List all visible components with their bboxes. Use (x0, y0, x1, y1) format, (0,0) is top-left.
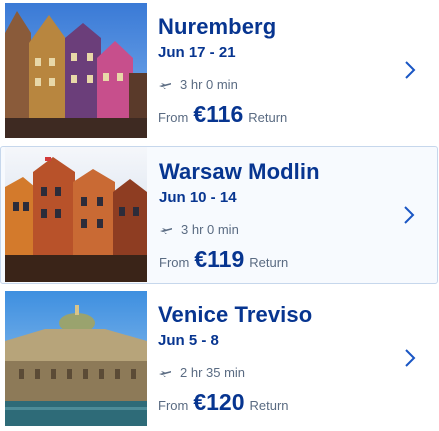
price-from-label: From (158, 110, 189, 125)
chevron-right-icon[interactable] (404, 348, 416, 368)
travel-dates: Jun 10 - 14 (159, 189, 237, 206)
flight-duration: 3 hr 0 min (158, 77, 238, 92)
duration-text: 3 hr 0 min (181, 222, 239, 237)
trip-type-label: Return (249, 398, 289, 413)
destination-list: Nuremberg Jun 17 - 21 3 hr 0 min From €1… (0, 0, 439, 431)
price-row: From €116 Return (158, 101, 287, 128)
chevron-right-icon[interactable] (403, 205, 415, 225)
flight-duration: 3 hr 0 min (159, 222, 239, 237)
price-from-label: From (158, 398, 189, 413)
plane-icon (160, 227, 172, 234)
destination-card[interactable]: Warsaw Modlin Jun 10 - 14 3 hr 0 min Fro… (0, 146, 438, 284)
trip-type-label: Return (249, 255, 289, 270)
plane-icon (159, 370, 171, 377)
duration-text: 3 hr 0 min (180, 77, 238, 92)
duration-text: 2 hr 35 min (180, 365, 246, 380)
chevron-right-icon[interactable] (404, 60, 416, 80)
price-from-label: From (159, 255, 190, 270)
price-amount: €119 (194, 246, 245, 272)
plane-icon (159, 82, 171, 89)
destination-city: Nuremberg (158, 14, 277, 39)
destination-card[interactable]: Nuremberg Jun 17 - 21 3 hr 0 min From €1… (0, 2, 438, 140)
price-row: From €119 Return (159, 246, 288, 273)
flight-duration: 2 hr 35 min (158, 365, 245, 380)
travel-dates: Jun 17 - 21 (158, 44, 236, 61)
destination-photo (5, 147, 147, 282)
destination-photo (5, 291, 147, 426)
price-amount: €116 (193, 101, 244, 127)
destination-city: Venice Treviso (158, 302, 313, 327)
destination-card[interactable]: Venice Treviso Jun 5 - 8 2 hr 35 min Fro… (0, 290, 438, 429)
price-amount: €120 (193, 389, 245, 415)
destination-city: Warsaw Modlin (159, 159, 320, 184)
travel-dates: Jun 5 - 8 (158, 332, 219, 349)
trip-type-label: Return (248, 110, 288, 125)
destination-photo (5, 3, 147, 138)
price-row: From €120 Return (158, 389, 289, 416)
